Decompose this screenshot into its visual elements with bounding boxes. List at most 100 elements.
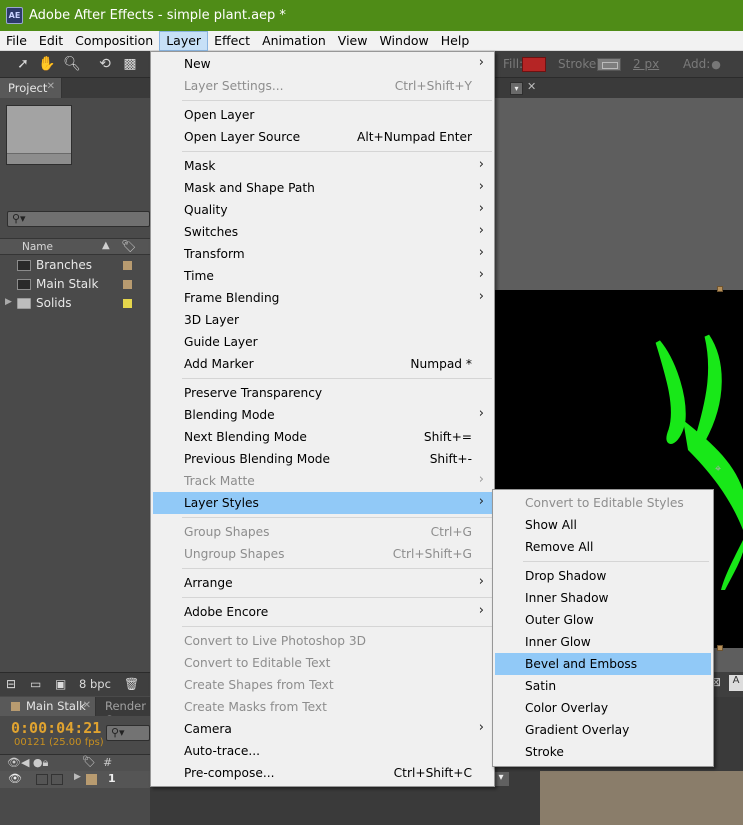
rotation-tool-icon[interactable]: ⟲ bbox=[96, 55, 114, 73]
label-color-chip[interactable] bbox=[123, 299, 132, 308]
menu-item-label: Layer Styles bbox=[184, 496, 259, 510]
bounding-box-handle[interactable] bbox=[717, 645, 723, 651]
menu-item-color-overlay[interactable]: Color Overlay bbox=[495, 697, 711, 719]
menu-item-time[interactable]: Time › bbox=[153, 265, 492, 287]
timeline-tab-main-stalk[interactable]: Main Stalk ✕ bbox=[0, 697, 96, 716]
menu-item-adobe-encore[interactable]: Adobe Encore › bbox=[153, 601, 492, 623]
menu-item-layer-styles[interactable]: Layer Styles › bbox=[153, 492, 492, 514]
menu-item-outer-glow[interactable]: Outer Glow bbox=[495, 609, 711, 631]
menu-item-bevel-and-emboss[interactable]: Bevel and Emboss bbox=[495, 653, 711, 675]
close-icon[interactable]: ✕ bbox=[47, 81, 55, 92]
project-search-input[interactable]: ⚲▾ bbox=[7, 211, 150, 227]
menu-item-shortcut: Shift+- bbox=[429, 452, 472, 466]
menu-help[interactable]: Help bbox=[435, 31, 476, 51]
label-color-chip[interactable] bbox=[123, 261, 132, 270]
hand-tool-icon[interactable]: ✋ bbox=[38, 55, 56, 73]
expand-folder-icon[interactable]: ▶ bbox=[5, 297, 12, 307]
menu-item-frame-blending[interactable]: Frame Blending › bbox=[153, 287, 492, 309]
menu-item-inner-glow[interactable]: Inner Glow bbox=[495, 631, 711, 653]
anchor-point-icon[interactable]: ⌖ bbox=[715, 462, 721, 476]
menu-item-add-marker[interactable]: Add Marker Numpad * bbox=[153, 353, 492, 375]
menu-item-inner-shadow[interactable]: Inner Shadow bbox=[495, 587, 711, 609]
menu-item-blending-mode[interactable]: Blending Mode › bbox=[153, 404, 492, 426]
expand-layer-icon[interactable]: ▶ bbox=[74, 772, 81, 782]
new-composition-icon[interactable]: ▣ bbox=[55, 677, 66, 691]
menu-item-stroke[interactable]: Stroke bbox=[495, 741, 711, 763]
close-icon[interactable]: ✕ bbox=[83, 700, 91, 711]
menu-animation[interactable]: Animation bbox=[256, 31, 332, 51]
project-tab[interactable]: Project ✕ bbox=[0, 78, 62, 98]
menu-item-preserve-transparency[interactable]: Preserve Transparency bbox=[153, 382, 492, 404]
interpret-footage-icon[interactable]: ⊟ bbox=[6, 677, 16, 691]
active-camera-dropdown[interactable]: A bbox=[729, 675, 743, 691]
solo-toggle[interactable] bbox=[51, 774, 63, 785]
project-item[interactable]: ▶ Solids bbox=[0, 294, 150, 313]
menu-item-open-layer-source[interactable]: Open Layer Source Alt+Numpad Enter bbox=[153, 126, 492, 148]
project-item[interactable]: Branches bbox=[0, 256, 150, 275]
menu-item-3d-layer[interactable]: 3D Layer bbox=[153, 309, 492, 331]
timeline-search-input[interactable]: ⚲▾ bbox=[106, 725, 150, 741]
menu-item-label: Transform bbox=[184, 247, 245, 261]
label-color-chip[interactable] bbox=[123, 280, 132, 289]
bounding-box-handle[interactable] bbox=[717, 286, 723, 292]
sort-arrow-icon[interactable]: ▲ bbox=[102, 240, 110, 251]
menu-item-open-layer[interactable]: Open Layer bbox=[153, 104, 492, 126]
menu-composition[interactable]: Composition bbox=[69, 31, 159, 51]
current-time-display[interactable]: 0:00:04:21 bbox=[11, 719, 101, 737]
bit-depth-button[interactable]: 8 bpc bbox=[79, 677, 111, 691]
label-tag-icon[interactable]: 🏷︎ bbox=[82, 755, 96, 768]
menu-item-drop-shadow[interactable]: Drop Shadow bbox=[495, 565, 711, 587]
menu-item-mask-and-shape-path[interactable]: Mask and Shape Path › bbox=[153, 177, 492, 199]
stroke-color-swatch[interactable] bbox=[597, 58, 621, 71]
menu-item-arrange[interactable]: Arrange › bbox=[153, 572, 492, 594]
trash-icon[interactable]: 🗑︎ bbox=[124, 677, 139, 691]
label-tag-icon[interactable]: 🏷︎ bbox=[121, 239, 136, 253]
dropdown-icon[interactable]: ▾ bbox=[493, 772, 509, 786]
stroke-width-value[interactable]: 2 px bbox=[633, 57, 659, 71]
menu-file[interactable]: File bbox=[0, 31, 33, 51]
menu-item-label: Convert to Editable Text bbox=[184, 656, 331, 670]
menu-item-quality[interactable]: Quality › bbox=[153, 199, 492, 221]
chevron-right-icon: › bbox=[478, 603, 484, 618]
menu-item-remove-all[interactable]: Remove All bbox=[495, 536, 711, 558]
selection-tool-icon[interactable]: ➚ bbox=[14, 55, 32, 73]
menu-item-show-all[interactable]: Show All bbox=[495, 514, 711, 536]
audio-toggle[interactable] bbox=[36, 774, 48, 785]
menu-item-label: Remove All bbox=[525, 540, 594, 554]
menu-item-mask[interactable]: Mask › bbox=[153, 155, 492, 177]
layer-duration-bar[interactable] bbox=[540, 771, 743, 825]
menu-item-camera[interactable]: Camera › bbox=[153, 718, 492, 740]
menu-item-previous-blending-mode[interactable]: Previous Blending Mode Shift+- bbox=[153, 448, 492, 470]
chevron-right-icon: › bbox=[478, 55, 484, 70]
visibility-icon[interactable]: 👁︎ bbox=[8, 772, 22, 785]
menu-item-new[interactable]: New › bbox=[153, 53, 492, 75]
zoom-tool-icon[interactable]: 🔍︎ bbox=[63, 55, 81, 73]
menu-item-transform[interactable]: Transform › bbox=[153, 243, 492, 265]
menu-layer[interactable]: Layer bbox=[159, 30, 209, 51]
menu-item-pre-compose[interactable]: Pre-compose... Ctrl+Shift+C bbox=[153, 762, 492, 784]
menu-item-auto-trace[interactable]: Auto-trace... bbox=[153, 740, 492, 762]
menu-item-next-blending-mode[interactable]: Next Blending Mode Shift+= bbox=[153, 426, 492, 448]
av-switches-icon[interactable]: 👁︎◀ ●🔒︎ bbox=[7, 756, 48, 770]
menu-window[interactable]: Window bbox=[373, 31, 434, 51]
add-dropdown-icon[interactable]: ● bbox=[707, 56, 725, 74]
viewer-dropdown-icon[interactable]: ▾ bbox=[510, 82, 523, 95]
menu-item-gradient-overlay[interactable]: Gradient Overlay bbox=[495, 719, 711, 741]
menu-separator bbox=[182, 151, 492, 152]
close-icon[interactable]: ✕ bbox=[527, 80, 536, 93]
project-item[interactable]: Main Stalk bbox=[0, 275, 150, 294]
new-folder-icon[interactable]: ▭ bbox=[30, 677, 41, 691]
fill-color-swatch[interactable] bbox=[522, 57, 546, 72]
menu-item-label: Stroke bbox=[525, 745, 564, 759]
name-column-header[interactable]: Name bbox=[22, 241, 53, 253]
menu-item-guide-layer[interactable]: Guide Layer bbox=[153, 331, 492, 353]
menu-item-switches[interactable]: Switches › bbox=[153, 221, 492, 243]
render-queue-tab[interactable]: Render Q bbox=[97, 697, 152, 727]
menu-edit[interactable]: Edit bbox=[33, 31, 69, 51]
timeline-layer-row[interactable]: 👁︎ ▶ 1 bbox=[0, 771, 150, 788]
camera-tool-icon[interactable]: ▩ bbox=[121, 55, 139, 73]
layer-label-color[interactable] bbox=[86, 774, 97, 785]
menu-item-satin[interactable]: Satin bbox=[495, 675, 711, 697]
menu-view[interactable]: View bbox=[332, 31, 374, 51]
menu-effect[interactable]: Effect bbox=[208, 31, 256, 51]
